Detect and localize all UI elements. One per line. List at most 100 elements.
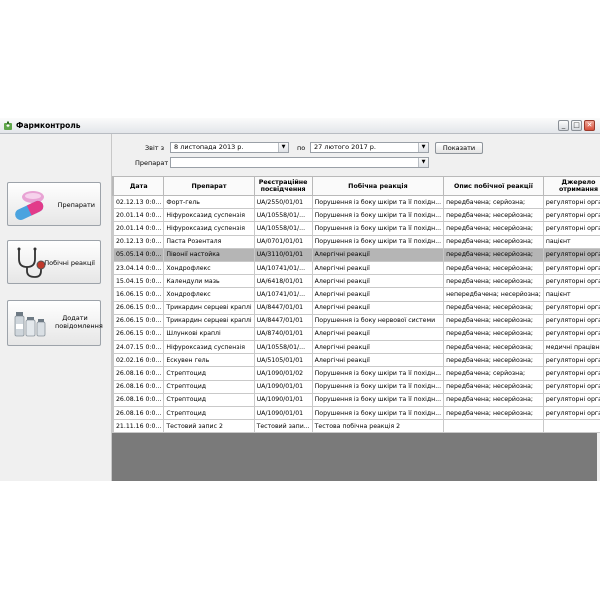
cell-description[interactable]: передбачена; несерйозна; (443, 247, 544, 262)
table-row[interactable]: 26.08.16 0:0... Стрептоцид UA/1090/01/02 По… (112, 366, 600, 381)
cell-side-effect[interactable]: Алергічні реакції (311, 353, 445, 368)
title-bar[interactable]: Фармконтроль _ □ ✕ (0, 118, 600, 134)
cell-registration[interactable]: UA/1090/01/01 (253, 392, 313, 408)
column-header-registration[interactable]: Реєстраційне посвідчення (253, 176, 313, 196)
cell-source[interactable]: медичні працівники (542, 340, 600, 355)
cell-registration[interactable]: UA/8740/01/01 (253, 326, 313, 342)
sidebar-item-side-effects[interactable]: Побічні реакції (7, 240, 101, 284)
cell-drug[interactable]: Стрептоцид (163, 405, 255, 421)
cell-description[interactable]: передбачена; несерйозна; (443, 379, 544, 394)
table-row[interactable]: 02.02.16 0:0... Ескувен гель UA/5105/01/01… (112, 353, 600, 368)
column-header-description[interactable]: Опис побічної реакції (443, 176, 544, 196)
cell-date[interactable]: 21.11.16 0:0... (112, 419, 165, 434)
date-from-picker[interactable]: 8 листопада 2013 р. ▼ (170, 142, 289, 153)
cell-registration[interactable]: UA/1090/01/01 (253, 405, 313, 421)
column-header-source[interactable]: Джерело отримання (542, 176, 600, 196)
cell-drug[interactable]: Ніфуроксазид суспензія (163, 221, 255, 236)
cell-side-effect[interactable]: Порушення із боку шкіри та її похідн... (311, 392, 445, 408)
cell-date[interactable]: 24.07.15 0:0... (112, 340, 165, 355)
cell-source[interactable]: регуляторні органи (542, 260, 600, 276)
cell-side-effect[interactable]: Порушення із боку шкіри та її похідн... (311, 208, 445, 223)
table-row[interactable]: 05.05.14 0:0... Півонії настойка UA/3110/0… (112, 247, 600, 262)
cell-source[interactable]: регуляторні органи (542, 326, 600, 342)
cell-source[interactable]: регуляторні органи (542, 194, 600, 210)
cell-description[interactable]: передбачена; несерйозна; (443, 340, 544, 355)
cell-side-effect[interactable]: Алергічні реакції (311, 247, 445, 262)
cell-registration[interactable]: UA/0701/01/01 (253, 234, 313, 249)
cell-description[interactable]: передбачена; несерйозна; (443, 405, 544, 421)
table-row[interactable]: 20.01.14 0:0... Ніфуроксазид суспензія UA/… (112, 221, 600, 236)
cell-drug[interactable]: Ескувен гель (163, 353, 255, 368)
cell-description[interactable]: передбачена; несерйозна; (443, 274, 544, 289)
cell-drug[interactable]: Шлункові краплі (163, 326, 255, 342)
column-header-side-effect[interactable]: Побічна реакція (311, 176, 445, 196)
cell-drug[interactable]: Півонії настойка (163, 247, 255, 262)
cell-description[interactable]: передбачена; серйозна; (443, 366, 544, 381)
cell-date[interactable]: 05.05.14 0:0... (112, 247, 165, 262)
table-row[interactable]: 15.04.15 0:0... Календули мазь UA/6418/01/… (112, 274, 600, 289)
cell-registration[interactable]: UA/10558/01/... (253, 340, 313, 355)
table-row[interactable]: 26.08.16 0:0... Стрептоцид UA/1090/01/01 По… (112, 405, 600, 421)
table-row[interactable]: 26.06.15 0:0... Трикардин серцеві краплі U… (112, 300, 600, 315)
date-to-picker[interactable]: 27 лютого 2017 р. ▼ (310, 142, 429, 153)
cell-drug[interactable]: Тестовий запис 2 (163, 419, 255, 434)
cell-side-effect[interactable]: Порушення із боку шкіри та її похідн... (311, 405, 445, 421)
table-row[interactable]: 20.01.14 0:0... Ніфуроксазид суспензія UA/… (112, 208, 600, 223)
cell-description[interactable]: передбачена; несерйозна; (443, 326, 544, 342)
cell-side-effect[interactable]: Алергічні реакції (311, 260, 445, 276)
cell-registration[interactable]: UA/1090/01/01 (253, 379, 313, 394)
cell-side-effect[interactable]: Порушення із боку шкіри та її похідн... (311, 366, 445, 381)
cell-description[interactable]: передбачена; несерйозна; (443, 260, 544, 276)
cell-date[interactable]: 20.01.14 0:0... (112, 208, 165, 223)
close-button[interactable]: ✕ (584, 120, 595, 131)
table-row[interactable]: 02.12.13 0:0... Форт-гель UA/2550/01/01 Пор… (112, 194, 600, 210)
cell-drug[interactable]: Календули мазь (163, 274, 255, 289)
cell-drug[interactable]: Ніфуроксазид суспензія (163, 208, 255, 223)
cell-drug[interactable]: Хондрофлекс (163, 287, 255, 302)
minimize-button[interactable]: _ (558, 120, 569, 131)
cell-description[interactable]: передбачена; несерйозна; (443, 392, 544, 408)
table-row[interactable]: 24.07.15 0:0... Ніфуроксазид суспензія UA/… (112, 340, 600, 355)
table-row[interactable]: 21.11.16 0:0... Тестовий запис 2 Тестовий … (112, 419, 600, 434)
cell-drug[interactable]: Стрептоцид (163, 379, 255, 394)
cell-source[interactable]: регуляторні органи (542, 353, 600, 368)
cell-description[interactable]: передбачена; несерйозна; (443, 313, 544, 328)
cell-registration[interactable]: UA/6418/01/01 (253, 274, 313, 289)
cell-description[interactable]: передбачена; несерйозна; (443, 300, 544, 315)
cell-drug[interactable]: Трикардин серцеві краплі (163, 313, 255, 328)
cell-registration[interactable]: UA/2550/01/01 (253, 194, 313, 210)
cell-drug[interactable]: Ніфуроксазид суспензія (163, 340, 255, 355)
cell-date[interactable]: 26.08.16 0:0... (112, 379, 165, 394)
column-header-drug[interactable]: Препарат (163, 176, 255, 196)
cell-drug[interactable]: Трикардин серцеві краплі (163, 300, 255, 315)
table-row[interactable]: 26.08.16 0:0... Стрептоцид UA/1090/01/01 По… (112, 392, 600, 408)
cell-source[interactable]: регуляторні органи (542, 221, 600, 236)
cell-source[interactable]: регуляторні органи (542, 405, 600, 421)
cell-date[interactable]: 02.12.13 0:0... (112, 194, 165, 210)
cell-side-effect[interactable]: Порушення із боку нервової системи (311, 313, 445, 328)
cell-source[interactable]: регуляторні органи (542, 366, 600, 381)
chevron-down-icon[interactable]: ▼ (418, 143, 428, 152)
sidebar-item-add-report[interactable]: Додати повідомлення (7, 300, 103, 346)
cell-drug[interactable]: Форт-гель (163, 194, 255, 210)
cell-side-effect[interactable]: Тестова побічна реакція 2 (311, 419, 445, 434)
cell-description[interactable]: передбачена; несерйозна; (443, 208, 544, 223)
cell-description[interactable]: передбачена; несерйозна; (443, 221, 544, 236)
cell-source[interactable]: регуляторні органи (542, 313, 600, 328)
cell-date[interactable]: 15.04.15 0:0... (112, 274, 165, 289)
table-row[interactable]: 26.06.15 0:0... Трикардин серцеві краплі U… (112, 313, 600, 328)
cell-date[interactable]: 26.06.15 0:0... (112, 313, 165, 328)
cell-side-effect[interactable]: Алергічні реакції (311, 300, 445, 315)
cell-date[interactable]: 02.02.16 0:0... (112, 353, 165, 368)
cell-source[interactable]: регуляторні органи (542, 208, 600, 223)
cell-source[interactable]: пацієнт (542, 287, 600, 302)
cell-drug[interactable]: Хондрофлекс (163, 260, 255, 276)
cell-description[interactable]: передбачена; несерйозна; (443, 353, 544, 368)
cell-side-effect[interactable]: Алергічні реакції (311, 287, 445, 302)
cell-side-effect[interactable]: Порушення із боку шкіри та її похідн... (311, 221, 445, 236)
cell-date[interactable]: 26.08.16 0:0... (112, 392, 165, 408)
cell-registration[interactable]: UA/3110/01/01 (253, 247, 313, 262)
cell-source[interactable]: регуляторні органи (542, 379, 600, 394)
cell-date[interactable]: 26.06.15 0:0... (112, 326, 165, 342)
cell-registration[interactable]: UA/10558/01/... (253, 221, 313, 236)
